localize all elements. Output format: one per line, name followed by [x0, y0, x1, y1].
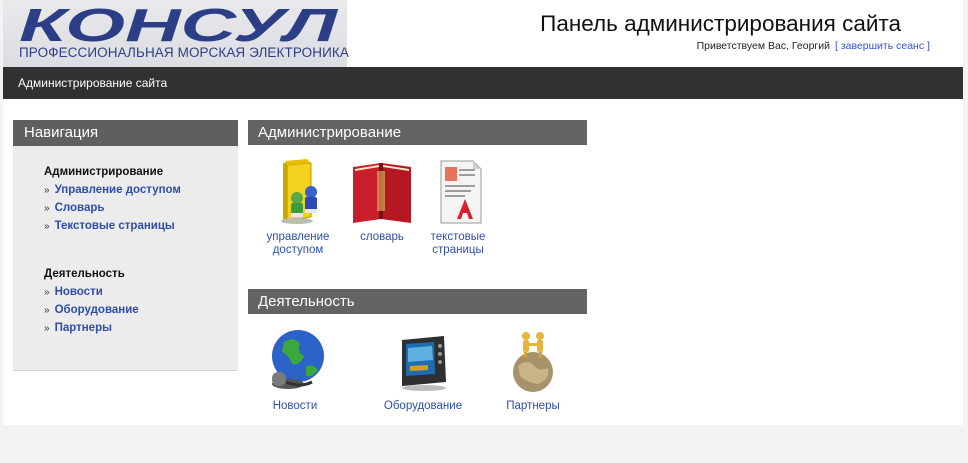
tile-text-pages[interactable]: текстовые страницы [408, 157, 508, 257]
nav-item-dictionary[interactable]: » Словарь [44, 202, 104, 214]
nav-item-label: Текстовые страницы [54, 220, 175, 232]
tile-equipment[interactable]: Оборудование [373, 326, 473, 413]
nav-item-label: Управление доступом [54, 184, 181, 196]
navigation-device-icon [402, 336, 446, 391]
nav-group-title-activity: Деятельность [44, 268, 125, 280]
nav-item-label: Партнеры [54, 322, 112, 334]
section-title-admin: Администрирование [248, 120, 587, 145]
partners-globe-icon [513, 332, 553, 392]
bullet-icon: » [44, 323, 50, 334]
bullet-icon: » [44, 287, 50, 298]
nav-item-equipment[interactable]: » Оборудование [44, 304, 139, 316]
bullet-icon: » [44, 203, 50, 214]
nav-item-label: Оборудование [54, 304, 139, 316]
section-title-activity: Деятельность [248, 289, 587, 314]
page-title: Панель администрирования сайта [540, 11, 901, 36]
topbar-label[interactable]: Администрирование сайта [18, 76, 167, 90]
nav-item-label: Новости [54, 286, 103, 298]
bullet-icon: » [44, 185, 50, 196]
site-logo[interactable]: КОНСУЛ ПРОФЕССИОНАЛЬНАЯ МОРСКАЯ ЭЛЕКТРОН… [3, 0, 349, 67]
tile-label-line1: Партнеры [506, 400, 560, 412]
nav-item-text-pages[interactable]: » Текстовые страницы [44, 220, 175, 232]
tile-partners[interactable]: Партнеры [483, 326, 583, 413]
bullet-icon: » [44, 221, 50, 232]
logo-text: КОНСУЛ [19, 3, 339, 45]
navigation-panel: Навигация Администрирование » Управление … [13, 120, 238, 371]
nav-item-news[interactable]: » Новости [44, 286, 103, 298]
tile-label-line2: страницы [432, 244, 484, 256]
text-document-icon [440, 160, 482, 224]
nav-item-label: Словарь [54, 202, 105, 214]
bullet-icon: » [44, 305, 50, 316]
tile-news[interactable]: Новости [245, 326, 345, 413]
nav-divider [13, 370, 238, 371]
page: КОНСУЛ ПРОФЕССИОНАЛЬНАЯ МОРСКАЯ ЭЛЕКТРОН… [3, 0, 963, 425]
logo-subtitle: ПРОФЕССИОНАЛЬНАЯ МОРСКАЯ ЭЛЕКТРОНИКА [19, 45, 349, 60]
nav-item-access-control[interactable]: » Управление доступом [44, 184, 181, 196]
logo-wordmark: КОНСУЛ [19, 3, 339, 45]
logout-link-label: [ завершить сеанс ] [835, 40, 930, 52]
tile-label-line1: текстовые [430, 231, 486, 243]
nav-group-title-admin: Администрирование [44, 166, 164, 178]
tile-label-line1: Новости [272, 400, 318, 412]
globe-microphone-icon [272, 330, 324, 389]
navigation-title: Навигация [13, 120, 238, 146]
header: КОНСУЛ ПРОФЕССИОНАЛЬНАЯ МОРСКАЯ ЭЛЕКТРОН… [3, 0, 963, 67]
greeting-text: Приветствуем Вас, Георгий [696, 40, 830, 52]
logout-link[interactable]: [ завершить сеанс ] [832, 40, 963, 52]
top-bar: Администрирование сайта [3, 67, 963, 99]
nav-item-partners[interactable]: » Партнеры [44, 322, 112, 334]
tile-label-line2: доступом [272, 244, 324, 256]
folder-users-icon [281, 159, 317, 224]
tile-label-line1: Оборудование [383, 400, 463, 412]
dictionary-book-icon [353, 163, 411, 223]
